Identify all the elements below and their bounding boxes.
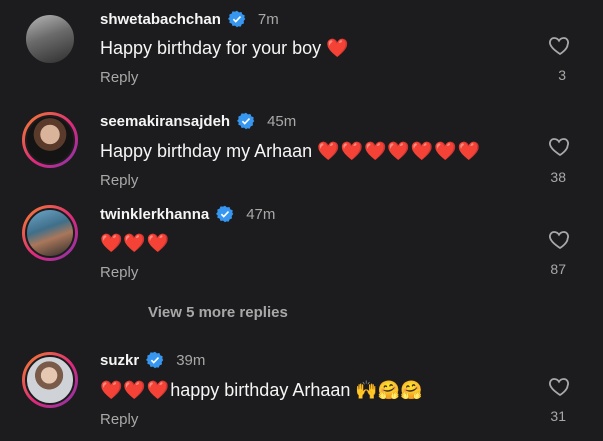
comment-time: 39m — [176, 351, 206, 369]
heart-emojis: ❤️❤️❤️❤️❤️❤️❤️ — [317, 141, 482, 161]
avatar[interactable] — [22, 352, 78, 408]
reply-button[interactable]: Reply — [100, 411, 138, 428]
verified-badge-icon — [216, 205, 234, 223]
verified-badge-icon — [237, 112, 255, 130]
heart-emojis: ❤️ — [326, 38, 350, 58]
heart-emojis: ❤️❤️❤️ — [100, 380, 171, 400]
like-count: 38 — [550, 169, 566, 185]
heart-outline-icon[interactable] — [548, 134, 572, 158]
comment-text: ❤️❤️❤️happy birthday Arhaan 🙌🤗🤗 — [100, 380, 423, 401]
heart-emojis: ❤️❤️❤️ — [100, 233, 171, 253]
comment-text: Happy birthday for your boy ❤️ — [100, 38, 350, 59]
comment-text-body: happy birthday Arhaan — [170, 380, 351, 400]
like-count: 87 — [550, 261, 566, 277]
verified-badge-icon — [227, 10, 246, 28]
comment-username[interactable]: seemakiransajdeh — [100, 113, 230, 130]
reply-button[interactable]: Reply — [100, 172, 138, 189]
heart-outline-icon[interactable] — [548, 374, 572, 398]
avatar[interactable] — [22, 205, 78, 261]
avatar[interactable] — [24, 13, 76, 65]
like-count: 31 — [550, 408, 566, 424]
avatar[interactable] — [22, 112, 78, 168]
view-more-replies-button[interactable]: View 5 more replies — [148, 304, 288, 321]
reply-button[interactable]: Reply — [100, 69, 138, 86]
like-count: 3 — [558, 67, 566, 83]
hug-emojis: 🙌🤗🤗 — [355, 380, 423, 400]
verified-badge-icon — [146, 351, 164, 369]
heart-outline-icon[interactable] — [548, 227, 572, 251]
reply-button[interactable]: Reply — [100, 264, 138, 281]
comment-text: ❤️❤️❤️ — [100, 233, 170, 254]
heart-outline-icon[interactable] — [548, 33, 572, 57]
comment-text-body: Happy birthday my Arhaan — [100, 141, 313, 161]
comment-username[interactable]: shwetabachchan — [100, 11, 221, 28]
comment-username[interactable]: twinklerkhanna — [100, 206, 209, 223]
comment-username[interactable]: suzkr — [100, 352, 139, 369]
comment-text-body: Happy birthday for your boy — [100, 38, 322, 58]
comment-time: 47m — [246, 205, 276, 223]
comment-time: 7m — [257, 10, 279, 28]
comment-time: 45m — [267, 112, 297, 130]
comment-text: Happy birthday my Arhaan ❤️❤️❤️❤️❤️❤️❤️ — [100, 141, 481, 162]
